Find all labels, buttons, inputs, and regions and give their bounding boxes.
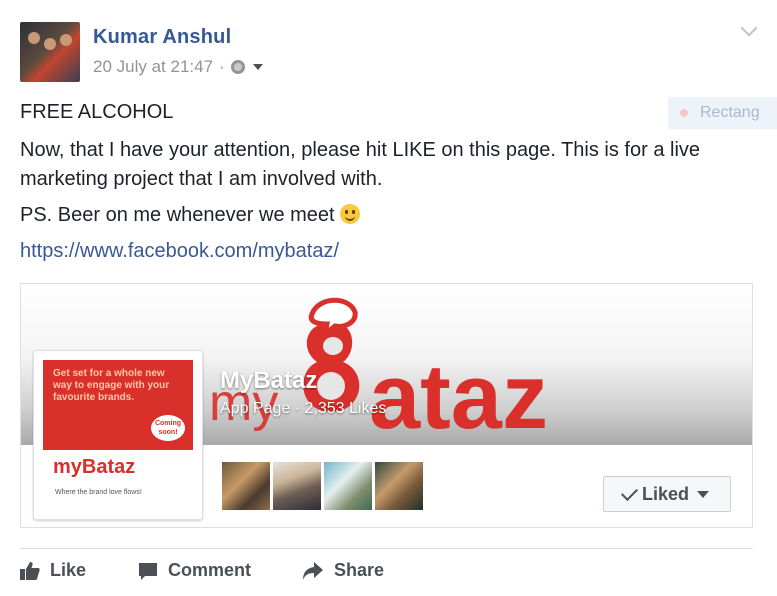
friend-photo[interactable] [222,462,270,510]
thumbs-up-icon [20,561,40,580]
coming-soon-bubble: Coming soon! [151,415,185,441]
svg-text:ataz: ataz [369,346,548,444]
author-name[interactable]: Kumar Anshul [93,26,231,49]
page-name[interactable]: MyBataz [220,367,317,395]
comment-label: Comment [168,560,252,580]
friend-photo[interactable] [273,462,321,510]
page-type: App Page [220,400,291,417]
share-button[interactable]: Share [302,560,384,581]
page-profile-picture[interactable]: Get set for a whole new way to engage wi… [33,350,203,520]
post-text-line-4: PS. Beer on me whenever we meet [20,201,361,230]
profile-logo-text: myBataz [53,456,136,478]
like-button[interactable]: Like [20,560,86,581]
share-label: Share [334,560,385,580]
post-timestamp[interactable]: 20 July at 21:47 [93,57,213,77]
author-avatar[interactable] [20,22,80,82]
friend-photo[interactable] [324,462,372,510]
comment-icon [139,562,157,580]
post-meta: 20 July at 21:47 · [93,57,263,77]
like-label: Like [50,560,87,580]
post-card: Kumar Anshul 20 July at 21:47 · Rectang … [0,0,777,596]
post-text-line-2: Now, that I have your attention, please … [20,139,701,161]
smiley-emoji-icon [340,204,361,224]
liked-button[interactable]: Liked [603,476,731,512]
friends-who-like [222,462,423,510]
privacy-dropdown-icon[interactable] [252,64,263,70]
ps-text: PS. Beer on me whenever we meet [20,204,335,226]
record-dot-icon [680,109,688,117]
page-likes-count: 2,353 Likes [304,400,387,417]
post-text-line-1: FREE ALCOHOL [20,101,174,123]
globe-icon[interactable] [230,60,245,74]
page-sub-separator: · [294,400,301,417]
page-subtitle: App Page · 2,353 Likes [220,400,386,418]
comment-button[interactable]: Comment [138,560,251,581]
post-options-chevron-icon[interactable] [740,19,758,37]
friend-photo[interactable] [375,462,423,510]
post-link[interactable]: https://www.facebook.com/mybataz/ [20,237,339,266]
actions-divider [20,548,753,549]
ghost-overlay-label: Rectang [700,104,760,121]
profile-image: Get set for a whole new way to engage wi… [43,360,193,510]
post-text-line-3: marketing project that I am involved wit… [20,168,383,190]
page-attachment[interactable]: my ataz MyBataz App Page · 2,353 Likes G… [20,283,753,528]
check-icon [620,483,638,501]
profile-promo-text: Get set for a whole new way to engage wi… [53,368,170,403]
profile-tagline: Where the brand love flows! [55,489,142,496]
profile-red-panel: Get set for a whole new way to engage wi… [43,360,193,450]
liked-button-label: Liked [641,483,689,504]
liked-dropdown-icon [697,490,709,498]
meta-separator: · [219,57,225,76]
ghost-overlay: Rectang [668,97,777,129]
share-arrow-icon [303,561,323,580]
